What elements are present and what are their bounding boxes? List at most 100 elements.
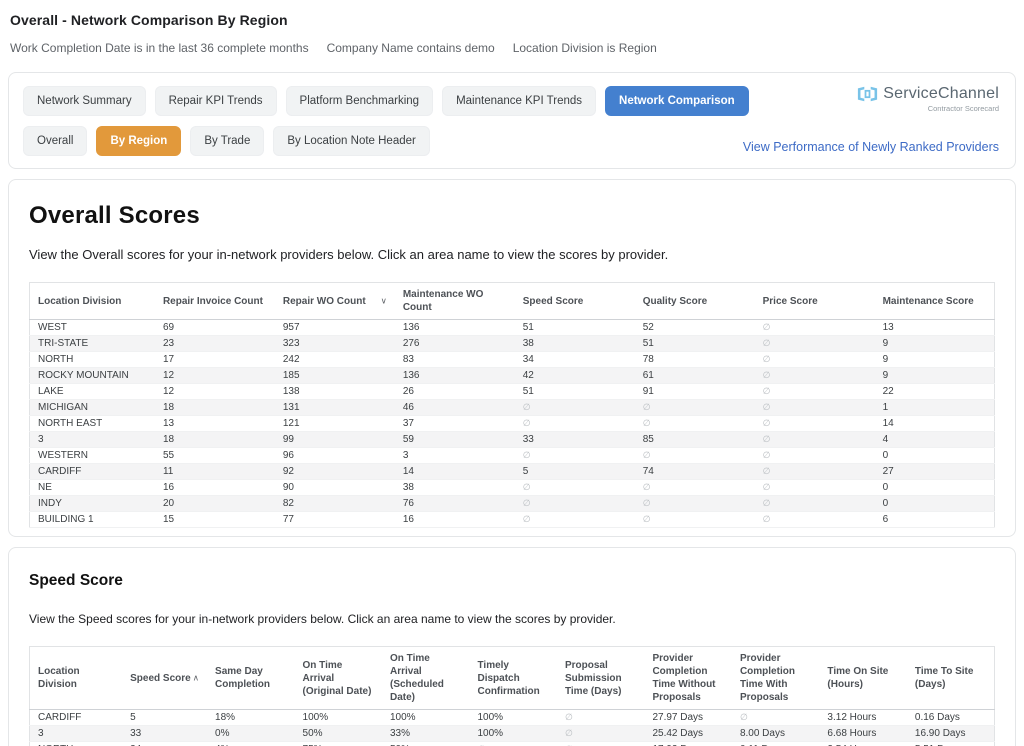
tab-by-location-note-header[interactable]: By Location Note Header bbox=[273, 126, 430, 156]
table-cell: ∅ bbox=[635, 480, 755, 496]
tab-overall[interactable]: Overall bbox=[23, 126, 87, 156]
brand-name: ServiceChannel bbox=[883, 85, 999, 103]
column-header-provider-completion-time-without-proposals[interactable]: Provider Completion Time Without Proposa… bbox=[644, 647, 731, 710]
table-cell: 323 bbox=[275, 336, 395, 352]
column-header-location-division[interactable]: Location Division bbox=[30, 647, 123, 710]
table-cell: ∅ bbox=[755, 384, 875, 400]
tab-by-trade[interactable]: By Trade bbox=[190, 126, 264, 156]
table-cell: ∅ bbox=[557, 742, 644, 746]
table-cell: 85 bbox=[635, 432, 755, 448]
column-header-speed-score[interactable]: Speed Score∧ bbox=[122, 647, 207, 710]
table-cell: 51 bbox=[515, 384, 635, 400]
tab-network-comparison[interactable]: Network Comparison bbox=[605, 86, 749, 116]
area-name-link[interactable]: BUILDING 1 bbox=[30, 512, 155, 528]
tab-network-summary[interactable]: Network Summary bbox=[23, 86, 146, 116]
column-header-on-time-arrival-original-date[interactable]: On Time Arrival (Original Date) bbox=[295, 647, 382, 710]
table-cell: 13 bbox=[875, 320, 995, 336]
brand-tagline: Contractor Scorecard bbox=[857, 104, 999, 113]
area-name-link[interactable]: CARDIFF bbox=[30, 464, 155, 480]
table-row: INDY208276∅∅∅0 bbox=[30, 496, 995, 512]
table-cell: 3.12 Hours bbox=[819, 710, 906, 726]
table-cell: 0 bbox=[875, 496, 995, 512]
column-header-speed-score[interactable]: Speed Score bbox=[515, 283, 635, 320]
table-cell: 33 bbox=[122, 726, 207, 742]
column-header-time-to-site-days[interactable]: Time To Site (Days) bbox=[907, 647, 995, 710]
table-cell: 9 bbox=[875, 352, 995, 368]
area-name-link[interactable]: CARDIFF bbox=[30, 710, 123, 726]
table-cell: 3 bbox=[395, 448, 515, 464]
table-cell: ∅ bbox=[515, 416, 635, 432]
table-row: CARDIFF119214574∅27 bbox=[30, 464, 995, 480]
table-cell: 22 bbox=[875, 384, 995, 400]
table-cell: ∅ bbox=[635, 448, 755, 464]
table-cell: 25.42 Days bbox=[644, 726, 731, 742]
table-cell: 0 bbox=[875, 448, 995, 464]
tab-repair-kpi-trends[interactable]: Repair KPI Trends bbox=[155, 86, 277, 116]
table-cell: ∅ bbox=[755, 480, 875, 496]
table-cell: ∅ bbox=[755, 448, 875, 464]
column-header-quality-score[interactable]: Quality Score bbox=[635, 283, 755, 320]
table-cell: ∅ bbox=[755, 400, 875, 416]
table-cell: 18% bbox=[207, 710, 294, 726]
table-cell: 242 bbox=[275, 352, 395, 368]
column-header-maintenance-score[interactable]: Maintenance Score bbox=[875, 283, 995, 320]
area-name-link[interactable]: WESTERN bbox=[30, 448, 155, 464]
table-cell: 13 bbox=[155, 416, 275, 432]
area-name-link[interactable]: TRI-STATE bbox=[30, 336, 155, 352]
table-cell: 9 bbox=[875, 368, 995, 384]
column-header-time-on-site-hours[interactable]: Time On Site (Hours) bbox=[819, 647, 906, 710]
area-name-link[interactable]: NE bbox=[30, 480, 155, 496]
area-name-link[interactable]: NORTH EAST bbox=[30, 416, 155, 432]
speed-score-description: View the Speed scores for your in-networ… bbox=[29, 612, 995, 626]
table-cell: 50% bbox=[295, 726, 382, 742]
area-name-link[interactable]: INDY bbox=[30, 496, 155, 512]
table-row: LAKE12138265191∅22 bbox=[30, 384, 995, 400]
area-name-link[interactable]: 3 bbox=[30, 726, 123, 742]
area-name-link[interactable]: NORTH bbox=[30, 352, 155, 368]
filter-item: Company Name contains demo bbox=[327, 41, 495, 55]
speed-score-table: Location DivisionSpeed Score∧Same Day Co… bbox=[29, 646, 995, 746]
column-header-provider-completion-time-with-proposals[interactable]: Provider Completion Time With Proposals bbox=[732, 647, 819, 710]
column-header-location-division[interactable]: Location Division bbox=[30, 283, 155, 320]
column-header-repair-wo-count[interactable]: Repair WO Count∨ bbox=[275, 283, 395, 320]
table-cell: 27 bbox=[875, 464, 995, 480]
table-cell: 4% bbox=[207, 742, 294, 746]
table-cell: 34 bbox=[122, 742, 207, 746]
table-cell: 27.97 Days bbox=[644, 710, 731, 726]
column-header-same-day-completion[interactable]: Same Day Completion bbox=[207, 647, 294, 710]
column-header-on-time-arrival-scheduled-date[interactable]: On Time Arrival (Scheduled Date) bbox=[382, 647, 469, 710]
table-cell: ∅ bbox=[557, 726, 644, 742]
table-cell: ∅ bbox=[515, 496, 635, 512]
column-header-timely-dispatch-confirmation[interactable]: Timely Dispatch Confirmation bbox=[469, 647, 556, 710]
column-header-proposal-submission-time-days[interactable]: Proposal Submission Time (Days) bbox=[557, 647, 644, 710]
table-cell: 61 bbox=[635, 368, 755, 384]
newly-ranked-providers-link[interactable]: View Performance of Newly Ranked Provide… bbox=[743, 140, 999, 154]
tab-platform-benchmarking[interactable]: Platform Benchmarking bbox=[286, 86, 434, 116]
column-header-maintenance-wo-count[interactable]: Maintenance WO Count bbox=[395, 283, 515, 320]
table-cell: 16 bbox=[155, 480, 275, 496]
area-name-link[interactable]: ROCKY MOUNTAIN bbox=[30, 368, 155, 384]
table-cell: ∅ bbox=[755, 320, 875, 336]
tab-navigation-card: Network Summary Repair KPI Trends Platform… bbox=[8, 72, 1016, 169]
table-cell: 23 bbox=[155, 336, 275, 352]
table-cell: 50% bbox=[382, 742, 469, 746]
table-cell: 138 bbox=[275, 384, 395, 400]
table-cell: ∅ bbox=[755, 336, 875, 352]
table-row: NORTH17242833478∅9 bbox=[30, 352, 995, 368]
table-cell: 46 bbox=[395, 400, 515, 416]
area-name-link[interactable]: 3 bbox=[30, 432, 155, 448]
table-cell: 5 bbox=[122, 710, 207, 726]
filter-item: Work Completion Date is in the last 36 c… bbox=[10, 41, 309, 55]
area-name-link[interactable]: LAKE bbox=[30, 384, 155, 400]
tab-maintenance-kpi-trends[interactable]: Maintenance KPI Trends bbox=[442, 86, 596, 116]
column-header-repair-invoice-count[interactable]: Repair Invoice Count bbox=[155, 283, 275, 320]
table-cell: 90 bbox=[275, 480, 395, 496]
table-row: NE169038∅∅∅0 bbox=[30, 480, 995, 496]
overall-scores-description: View the Overall scores for your in-netw… bbox=[29, 247, 995, 262]
column-header-price-score[interactable]: Price Score bbox=[755, 283, 875, 320]
area-name-link[interactable]: WEST bbox=[30, 320, 155, 336]
tab-by-region[interactable]: By Region bbox=[96, 126, 181, 156]
table-cell: 26 bbox=[395, 384, 515, 400]
area-name-link[interactable]: NORTH bbox=[30, 742, 123, 746]
area-name-link[interactable]: MICHIGAN bbox=[30, 400, 155, 416]
